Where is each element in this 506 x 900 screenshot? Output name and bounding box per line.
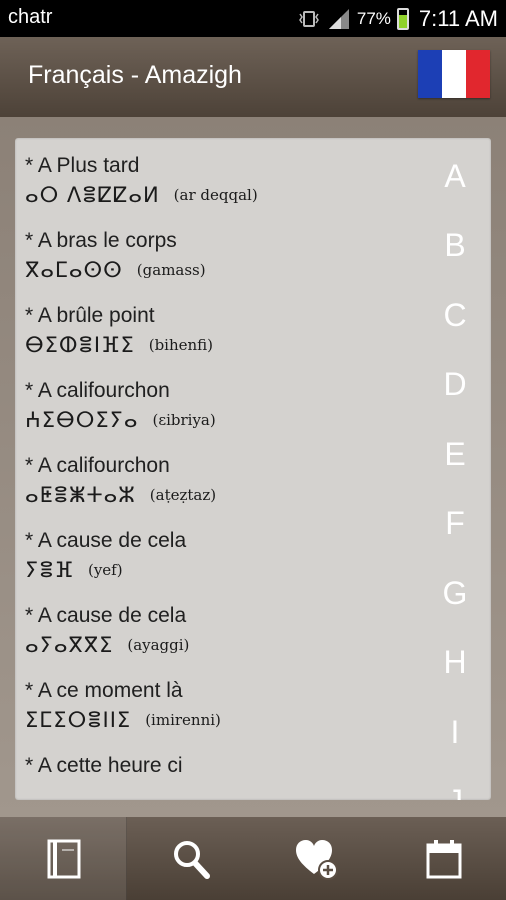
word-list[interactable]: * A Plus tard ⴰⵔ ⴷⴻⵇⵇⴰⵍ (ar deqqal) * A b… bbox=[15, 138, 491, 800]
index-letter-j[interactable]: J bbox=[440, 783, 470, 800]
bottom-nav bbox=[0, 817, 506, 900]
transliteration: (gamass) bbox=[136, 261, 206, 279]
index-letter-g[interactable]: G bbox=[440, 575, 470, 612]
list-item[interactable]: * A cette heure ci bbox=[25, 754, 425, 800]
index-letter-c[interactable]: C bbox=[440, 297, 470, 334]
transliteration: (bihenfi) bbox=[148, 336, 214, 354]
french-term: * A brûle point bbox=[25, 304, 155, 327]
index-letter-b[interactable]: B bbox=[440, 227, 470, 264]
index-letter-i[interactable]: I bbox=[440, 714, 470, 751]
french-term: * A cause de cela bbox=[25, 604, 187, 627]
transliteration: (aṭeẓtaz) bbox=[149, 486, 217, 504]
battery-icon bbox=[396, 8, 409, 30]
french-term: * A califourchon bbox=[25, 454, 170, 477]
tifinagh-term: ⵉⵎⵉⵔⴻⵏⵏⵉ bbox=[25, 708, 132, 732]
index-letter-a[interactable]: A bbox=[440, 158, 470, 195]
tifinagh-term: ⴳⴰⵎⴰⵙⵙ bbox=[25, 258, 123, 282]
french-term: * A bras le corps bbox=[25, 229, 177, 252]
list-item[interactable]: * A califourchon ⵄⵉⴱⵔⵉⵢⴰ (ɛibriya) bbox=[25, 379, 425, 432]
status-icons: 77% 7:11 AM bbox=[297, 5, 498, 33]
book-icon bbox=[47, 839, 80, 878]
tifinagh-term: ⵄⵉⴱⵔⵉⵢⴰ bbox=[25, 408, 139, 432]
tifinagh-term: ⵢⴻⴼ bbox=[25, 558, 74, 582]
tifinagh-term: ⴰⵢⴰⴳⴳⵉ bbox=[25, 633, 114, 657]
page-title: Français - Amazigh bbox=[28, 61, 242, 89]
app-header: Français - Amazigh bbox=[0, 37, 506, 117]
search-icon bbox=[173, 840, 210, 879]
tifinagh-term: ⴰⵔ ⴷⴻⵇⵇⴰⵍ bbox=[25, 183, 160, 207]
calendar-tab[interactable] bbox=[380, 817, 506, 900]
list-item[interactable]: * A brûle point ⴱⵉⵀⴻⵏⴼⵉ (bihenfi) bbox=[25, 304, 425, 357]
index-letter-f[interactable]: F bbox=[440, 505, 470, 542]
battery-percent: 77% bbox=[356, 9, 391, 28]
index-letter-e[interactable]: E bbox=[440, 436, 470, 473]
search-tab[interactable] bbox=[127, 817, 254, 900]
transliteration: (imirenni) bbox=[145, 711, 221, 729]
french-term: * A cette heure ci bbox=[25, 754, 183, 777]
index-letter-d[interactable]: D bbox=[440, 366, 470, 403]
status-bar: chatr 77% 7:11 AM bbox=[0, 0, 506, 37]
french-term: * A cause de cela bbox=[25, 529, 187, 552]
favorites-tab[interactable] bbox=[253, 817, 380, 900]
clock: 7:11 AM bbox=[418, 6, 498, 31]
signal-icon bbox=[328, 9, 349, 29]
french-term: * A califourchon bbox=[25, 379, 170, 402]
transliteration: (ar deqqal) bbox=[173, 186, 258, 204]
dictionary-tab[interactable] bbox=[0, 817, 127, 900]
list-item[interactable]: * A bras le corps ⴳⴰⵎⴰⵙⵙ (gamass) bbox=[25, 229, 425, 282]
french-term: * A ce moment là bbox=[25, 679, 183, 702]
tifinagh-term: ⴱⵉⵀⴻⵏⴼⵉ bbox=[25, 333, 135, 357]
heart-add-icon bbox=[295, 839, 338, 880]
transliteration: (ayaggi) bbox=[127, 636, 190, 654]
index-letter-h[interactable]: H bbox=[440, 644, 470, 681]
content-area: * A Plus tard ⴰⵔ ⴷⴻⵇⵇⴰⵍ (ar deqqal) * A b… bbox=[0, 117, 506, 817]
french-flag-icon[interactable] bbox=[418, 50, 490, 98]
list-item[interactable]: * A Plus tard ⴰⵔ ⴷⴻⵇⵇⴰⵍ (ar deqqal) bbox=[25, 154, 425, 207]
list-item[interactable]: * A cause de cela ⴰⵢⴰⴳⴳⵉ (ayaggi) bbox=[25, 604, 425, 657]
tifinagh-term: ⴰⵟⴻⵥⵜⴰⵣ bbox=[25, 483, 136, 507]
list-item[interactable]: * A cause de cela ⵢⴻⴼ (yef) bbox=[25, 529, 425, 582]
transliteration: (yef) bbox=[87, 561, 123, 579]
list-item[interactable]: * A califourchon ⴰⵟⴻⵥⵜⴰⵣ (aṭeẓtaz) bbox=[25, 454, 425, 507]
french-term: * A Plus tard bbox=[25, 154, 140, 177]
carrier-label: chatr bbox=[8, 6, 53, 28]
transliteration: (ɛibriya) bbox=[152, 411, 216, 429]
vibrate-icon bbox=[298, 11, 319, 27]
calendar-icon bbox=[426, 839, 461, 878]
list-item[interactable]: * A ce moment là ⵉⵎⵉⵔⴻⵏⵏⵉ (imirenni) bbox=[25, 679, 425, 732]
